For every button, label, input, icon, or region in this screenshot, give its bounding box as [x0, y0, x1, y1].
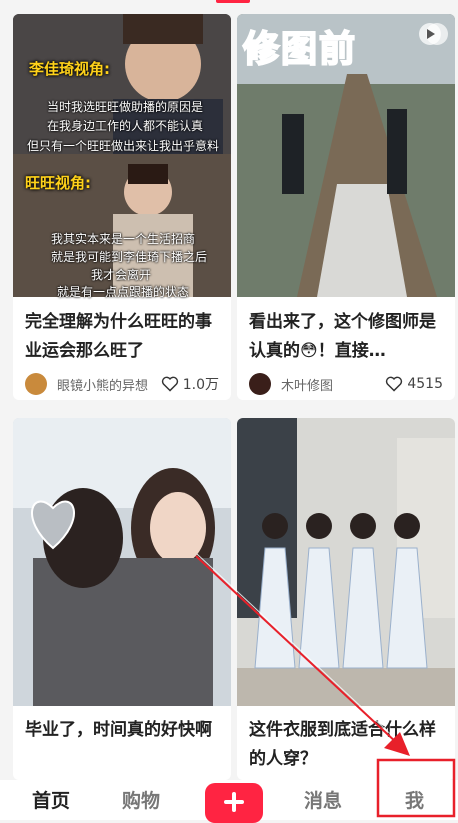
publish-plus-button[interactable]: [205, 783, 263, 823]
tab-me[interactable]: 我: [405, 786, 424, 813]
like-count: 1.0万: [182, 377, 219, 393]
card-3-title: 毕业了，时间真的好快啊: [25, 720, 212, 740]
like-button[interactable]: 4515: [385, 376, 443, 392]
overlay-line-1: 当时我选旺旺做助播的原因是: [47, 100, 204, 114]
overlay-big-text: 修图前: [242, 28, 358, 71]
author-name[interactable]: 眼镜小熊的异想: [57, 375, 161, 394]
feed-card-2[interactable]: 修图前 看出来了，这个修图师是认真的😳！直接… 木叶修图 4515: [237, 14, 455, 400]
overlay-line-7: 就是有一点点跟播的状态: [57, 285, 190, 299]
overlay-tag-2: 旺旺视角:: [25, 174, 91, 192]
card-2-title: 看出来了，这个修图师是认真的😳！直接…: [249, 312, 436, 361]
like-button[interactable]: 1.0万: [161, 374, 219, 394]
feed-card-4[interactable]: 这件衣服到底适合什么样的人穿？: [237, 418, 455, 780]
feed-card-3[interactable]: 毕业了，时间真的好快啊: [13, 418, 231, 780]
author-name[interactable]: 木叶修图: [281, 375, 385, 394]
avatar[interactable]: [249, 373, 271, 395]
tab-home[interactable]: 首页: [32, 786, 70, 813]
card-4-image: [237, 418, 455, 706]
heart-icon: [161, 376, 178, 392]
card-4-title: 这件衣服到底适合什么样的人穿？: [249, 720, 436, 769]
card-1-meta: 眼镜小熊的异想 1.0万: [25, 372, 219, 396]
overlay-line-3: 但只有一个旺旺做出来让我出乎意料: [27, 139, 220, 153]
overlay-line-5: 就是我可能到李佳琦下播之后: [51, 250, 208, 264]
overlay-line-2: 在我身边工作的人都不能认真: [47, 119, 204, 133]
avatar[interactable]: [25, 373, 47, 395]
top-active-indicator: [216, 0, 250, 3]
play-icon[interactable]: [419, 23, 441, 45]
feed-card-1[interactable]: 李佳琦视角: 当时我选旺旺做助播的原因是 在我身边工作的人都不能认真 但只有一个…: [13, 14, 231, 400]
overlay-line-6: 我才会离开: [91, 268, 152, 282]
tab-messages[interactable]: 消息: [304, 786, 342, 813]
card-1-title: 完全理解为什么旺旺的事业运会那么旺了: [25, 312, 212, 361]
card-3-image: [13, 418, 231, 706]
like-count: 4515: [407, 376, 443, 392]
overlay-line-4: 我其实本来是一个生活招商: [51, 232, 196, 246]
card-2-meta: 木叶修图 4515: [249, 372, 443, 396]
heart-icon: [386, 376, 403, 392]
overlay-tag-1: 李佳琦视角:: [29, 60, 110, 78]
bottom-tab-bar: 首页 购物 消息 我: [0, 780, 458, 823]
tab-shop[interactable]: 购物: [122, 786, 160, 813]
